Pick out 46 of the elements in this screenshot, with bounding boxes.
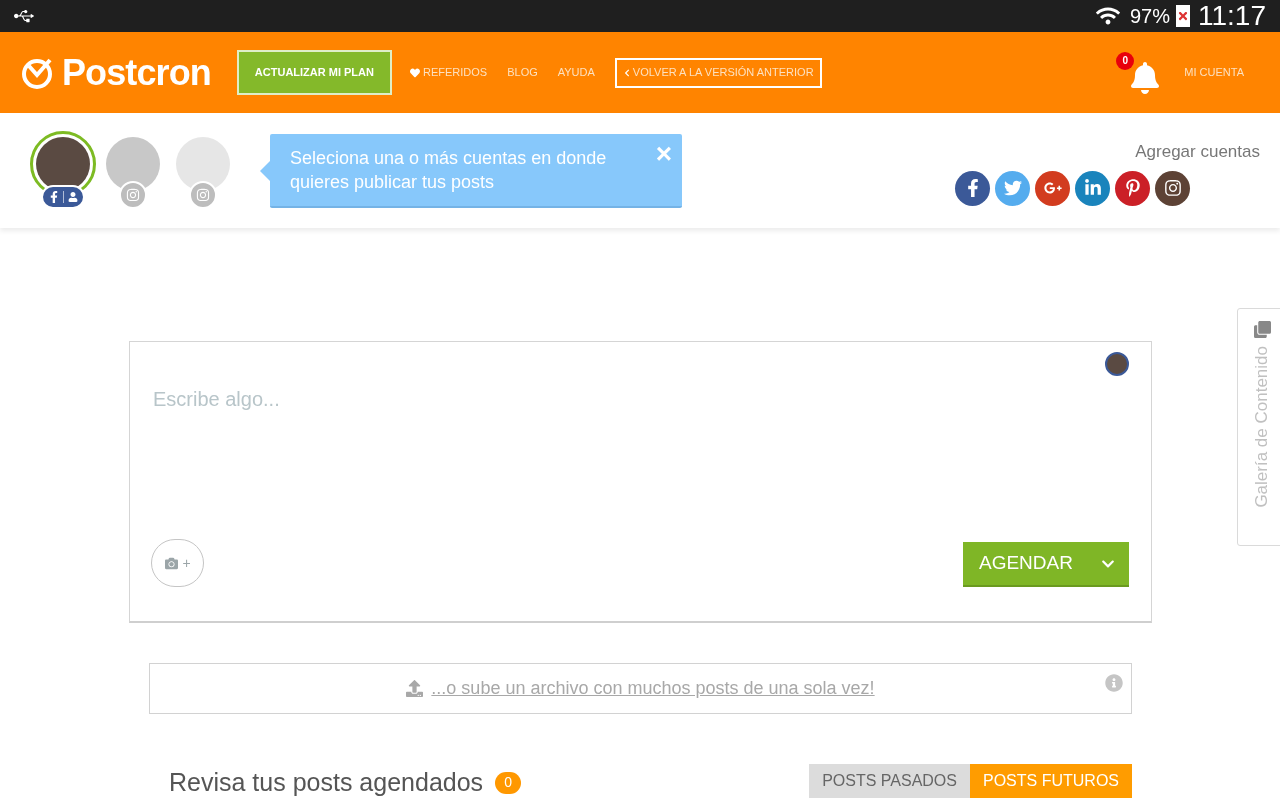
- gallery-side-tab[interactable]: Galería de Contenido: [1237, 308, 1280, 546]
- notifications-button[interactable]: 0: [1116, 51, 1161, 94]
- count-badge: 0: [495, 771, 522, 794]
- tooltip-text: Seleciona una o más cuentas en donde quieres publicar tus posts: [290, 146, 608, 194]
- linkedin-button[interactable]: [1075, 170, 1110, 206]
- selected-account-avatar: [1105, 352, 1129, 376]
- upload-icon: [406, 680, 424, 697]
- bird-icon: [1003, 179, 1022, 197]
- nav-link[interactable]: BLOG: [507, 64, 538, 81]
- camera-icon: [126, 187, 140, 202]
- bell-icon: [1130, 61, 1161, 94]
- pinterest-button[interactable]: [1115, 170, 1150, 206]
- user-icon: [67, 191, 78, 202]
- account-link[interactable]: MI CUENTA: [1184, 64, 1244, 81]
- wifi-icon: [1095, 6, 1120, 26]
- chevron-left-icon: [622, 68, 631, 77]
- scheduled-posts-title: Revisa tus posts agendados: [169, 770, 484, 795]
- camera-icon: [196, 187, 210, 202]
- camera-icon: [164, 556, 180, 570]
- gallery-icon: [1253, 321, 1271, 338]
- post-composer[interactable]: Escribe algo... + AGENDAR: [129, 341, 1152, 623]
- battery-icon: [1176, 5, 1190, 27]
- clock: 11:17: [1198, 2, 1266, 30]
- logo-text: Postcron: [62, 50, 211, 95]
- close-button[interactable]: ×: [655, 139, 672, 168]
- nav-link[interactable]: REFERIDOS: [410, 64, 488, 81]
- previous-version-button[interactable]: VOLVER A LA VERSIÓN ANTERIOR: [614, 57, 822, 88]
- bird-button[interactable]: [995, 170, 1030, 206]
- upload-link[interactable]: ...o sube un archivo con muchos posts de una sola vez!: [431, 675, 875, 702]
- posts-tab[interactable]: POSTS FUTUROS: [970, 764, 1132, 798]
- camera-icon: [1163, 179, 1182, 197]
- battery-percent: 97%: [1129, 4, 1170, 29]
- notification-count: 0: [1116, 51, 1135, 70]
- camera-button[interactable]: [1155, 170, 1190, 206]
- linkedin-icon: [1083, 179, 1102, 197]
- pinterest-icon: [1123, 179, 1142, 197]
- posts-tab[interactable]: POSTS PASADOS: [809, 764, 970, 798]
- upgrade-plan-button[interactable]: ACTUALIZAR MI PLAN: [236, 50, 392, 95]
- google-plus-button[interactable]: [1035, 170, 1070, 206]
- gallery-label: Galería de Contenido: [1251, 346, 1273, 508]
- facebook-icon: [48, 190, 59, 203]
- add-accounts-label: Agregar cuentas: [1135, 141, 1260, 163]
- facebook-button[interactable]: [955, 170, 990, 206]
- schedule-button[interactable]: AGENDAR: [963, 542, 1129, 587]
- heart-icon: [410, 67, 420, 78]
- nav-link[interactable]: AYUDA: [557, 64, 595, 81]
